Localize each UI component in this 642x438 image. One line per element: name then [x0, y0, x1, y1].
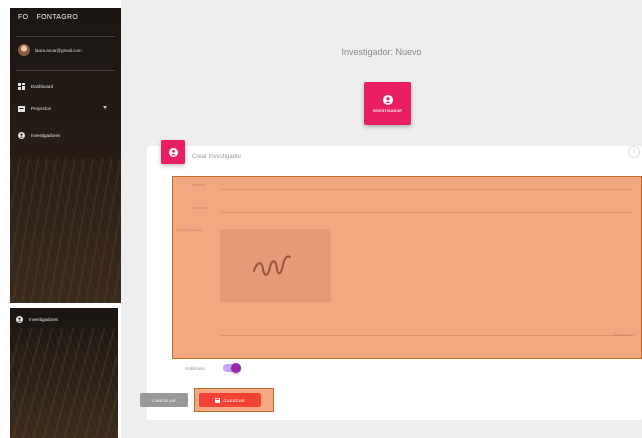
dashboard-icon — [18, 83, 25, 90]
user-profile[interactable]: laura.arcar@gmail.com — [18, 44, 82, 56]
new-investigador-button[interactable]: INVESTIGADOR — [364, 82, 411, 125]
person-icon — [18, 132, 25, 139]
person-icon — [16, 316, 23, 323]
sidebar-item-label: Investigadores — [31, 133, 61, 138]
divider — [16, 36, 115, 37]
nombre-input[interactable] — [221, 212, 631, 213]
sidebar-item-label: Proyectos — [31, 106, 52, 111]
person-icon — [382, 94, 393, 105]
brand-name: FONTAGRO — [36, 14, 79, 21]
sidebar-item-investigadores[interactable]: Investigadores — [18, 132, 113, 139]
new-investigador-label: INVESTIGADOR — [372, 108, 403, 113]
toggle-knob — [231, 363, 241, 373]
photo-label: Foto Personal — [177, 227, 202, 232]
sidebar-item-investigadores[interactable]: Investigadores — [16, 316, 111, 323]
cancel-label: CANCELAR — [152, 397, 176, 403]
avatar — [18, 44, 30, 56]
save-button[interactable]: GUARDAR — [199, 393, 261, 407]
top-bar — [121, 0, 642, 8]
chevron-down-icon[interactable] — [103, 106, 107, 109]
info-icon[interactable]: i — [628, 146, 640, 158]
brand-short: FO — [18, 14, 29, 21]
habilitado-label: Habilitado — [185, 366, 206, 371]
main-content: Investigador: Nuevo INVESTIGADOR Crear I… — [121, 0, 642, 438]
sidebar: FO FONTAGRO laura.arcar@gmail.com Dashbo… — [10, 8, 121, 303]
sidebar-item-label: Investigadores — [29, 317, 59, 322]
sidebar-item-dashboard[interactable]: Dashboard — [18, 83, 113, 90]
brand[interactable]: FO FONTAGRO — [18, 14, 78, 21]
nombre-label: Nombre — [193, 205, 208, 210]
person-icon — [161, 140, 185, 164]
habilitado-toggle[interactable] — [223, 363, 241, 373]
apellido-label: Apellido — [191, 182, 206, 187]
sidebar-background-image — [10, 158, 121, 303]
photo-hint: Seleccione... — [614, 332, 637, 337]
folder-icon — [18, 105, 25, 112]
photo-upload[interactable] — [220, 229, 331, 302]
save-label: GUARDAR — [223, 397, 245, 403]
sidebar-zoom: Investigadores — [10, 308, 118, 438]
sidebar-item-proyectos[interactable]: Proyectos — [18, 105, 113, 112]
signature-icon — [252, 255, 291, 276]
form-fields-highlight: Apellido Nombre Foto Personal Seleccione… — [172, 176, 642, 359]
sidebar-background-image — [10, 328, 118, 438]
divider — [16, 70, 115, 71]
card-title: Crear Investigador — [192, 154, 242, 160]
save-icon — [215, 397, 221, 403]
sidebar-item-label: Dashboard — [31, 84, 54, 89]
user-email: laura.arcar@gmail.com — [35, 47, 82, 53]
page-title: Investigador: Nuevo — [341, 47, 422, 57]
divider — [221, 335, 631, 336]
apellido-input[interactable] — [221, 189, 631, 190]
cancel-button[interactable]: CANCELAR — [140, 393, 188, 407]
